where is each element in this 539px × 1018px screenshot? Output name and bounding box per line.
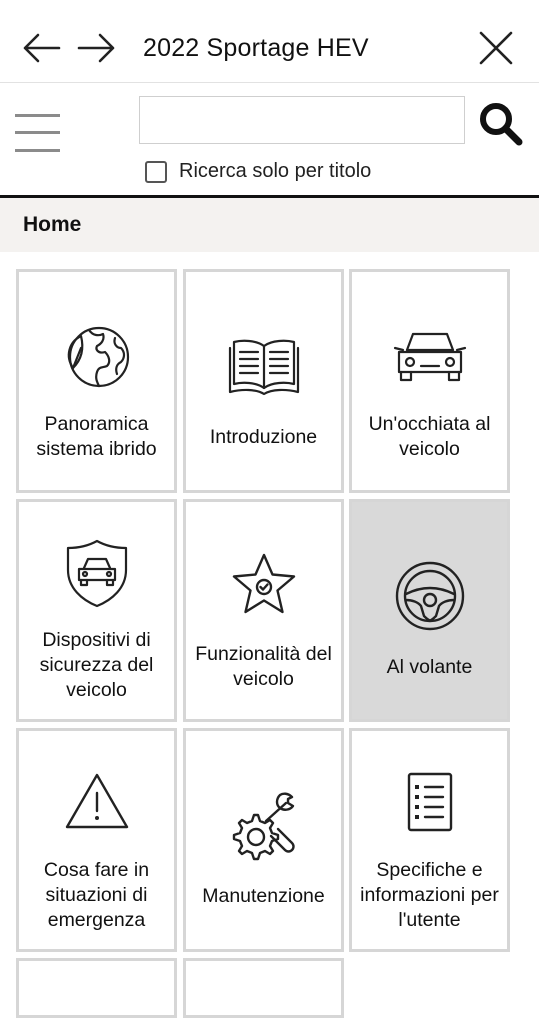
search-button[interactable]: [478, 101, 526, 149]
tile-driving[interactable]: Al volante: [349, 499, 510, 722]
globe-leaf-icon: [67, 326, 129, 388]
tile-safety-devices[interactable]: Dispositivi di sicurezza del veicolo: [16, 499, 177, 722]
tile-label: Dispositivi di sicurezza del veicolo: [39, 629, 154, 701]
top-bar: 2022 Sportage HEV: [0, 0, 539, 83]
tile-label: Funzionalità del veicolo: [195, 643, 332, 690]
title-only-checkbox[interactable]: [145, 160, 167, 183]
arrow-right-icon: [77, 33, 115, 63]
tile-maintenance[interactable]: Manutenzione: [183, 728, 344, 952]
close-icon: [479, 31, 513, 65]
hamburger-line: [15, 131, 60, 134]
hamburger-menu-button[interactable]: [15, 114, 61, 154]
tile-emergency[interactable]: Cosa fare in situazioni di emergenza: [16, 728, 177, 952]
close-button[interactable]: [474, 26, 518, 70]
tile-label: Un'occhiata al veicolo: [368, 413, 491, 460]
hamburger-line: [15, 149, 60, 152]
tile-hybrid-overview[interactable]: Panoramica sistema ibrido: [16, 269, 177, 493]
hamburger-menu-icon: [15, 114, 60, 117]
forward-button[interactable]: [75, 26, 119, 70]
title-only-label: Ricerca solo per titolo: [179, 160, 372, 182]
tile-label: Cosa fare in situazioni di emergenza: [43, 859, 150, 931]
title-only-option: Ricerca solo per titolo: [145, 160, 371, 183]
warning-triangle-icon: [65, 773, 128, 829]
breadcrumb-home-link[interactable]: Home: [23, 213, 81, 237]
tile-label: Specifiche e informazioni per l'utente: [360, 859, 499, 931]
tile-vehicle-features[interactable]: Funzionalità del veicolo: [183, 499, 344, 722]
breadcrumb: Home: [0, 198, 539, 252]
car-front-icon: [393, 332, 466, 382]
shield-car-icon: [66, 539, 127, 608]
tile-partial[interactable]: [183, 958, 344, 1018]
tile-introduction[interactable]: Introduzione: [183, 269, 344, 493]
tile-partial[interactable]: [16, 958, 177, 1018]
search-icon: [480, 103, 523, 146]
open-book-icon: [228, 339, 299, 396]
star-check-icon: [232, 553, 295, 614]
tile-label: Introduzione: [209, 426, 318, 448]
steering-wheel-icon: [395, 561, 464, 631]
tile-vehicle-overview[interactable]: Un'occhiata al veicolo: [349, 269, 510, 493]
arrow-left-icon: [23, 33, 61, 63]
gear-wrench-icon: [232, 792, 295, 861]
search-input[interactable]: [139, 96, 465, 144]
back-button[interactable]: [19, 26, 63, 70]
tile-label: Manutenzione: [202, 885, 325, 907]
tile-specifications[interactable]: Specifiche e informazioni per l'utente: [349, 728, 510, 952]
tile-label: Al volante: [386, 656, 473, 678]
page-title: 2022 Sportage HEV: [143, 34, 369, 62]
checklist-icon: [407, 772, 452, 832]
tile-label: Panoramica sistema ibrido: [36, 413, 157, 460]
